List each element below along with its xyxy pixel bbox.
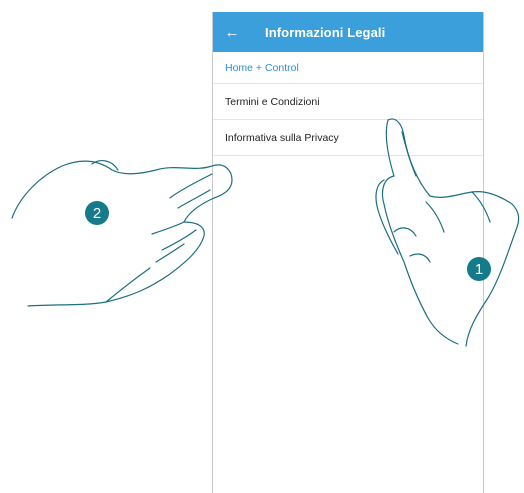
left-hand-outline	[11, 160, 233, 307]
step-badge-1: 1	[467, 257, 491, 281]
step-badge-2: 2	[85, 201, 109, 225]
gesture-illustration	[11, 118, 520, 347]
